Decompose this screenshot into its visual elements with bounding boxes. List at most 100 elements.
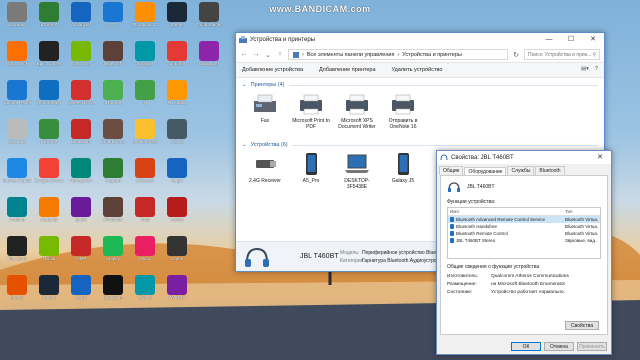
properties-button[interactable]: Свойства	[565, 321, 599, 330]
shortcut-icon	[167, 236, 187, 256]
ok-button[interactable]: ОК	[511, 342, 541, 351]
device-item[interactable]: A5_Pro	[290, 152, 332, 198]
desktop-shortcut[interactable]: Control Panel	[2, 80, 32, 112]
desktop-shortcut[interactable]: Adobe	[162, 197, 192, 229]
device-item[interactable]: DESKTOP-3F5438E	[336, 152, 378, 198]
help-icon[interactable]: ?	[595, 66, 598, 72]
function-row[interactable]: Bluetooth Handsfree Bluetooth Virtua...	[448, 223, 600, 230]
desktop-shortcut[interactable]: Steam	[34, 275, 64, 307]
add-printer-button[interactable]: Добавление принтера	[319, 67, 375, 73]
desktop-shortcut[interactable]: Epic Games	[34, 41, 64, 73]
recent-chevron-icon[interactable]: ⌄	[264, 51, 272, 59]
desktop-shortcut[interactable]: Total	[130, 197, 160, 229]
breadcrumb-all-items[interactable]: Все элементы панели управления	[307, 52, 395, 58]
desktop-shortcut[interactable]: Tomb Raider	[194, 2, 224, 34]
devices-section-header[interactable]: ⌄ Устройства (6)	[242, 142, 598, 148]
cancel-button[interactable]: Отмена	[544, 342, 574, 351]
desktop-shortcut[interactable]: Internet Explorer	[2, 158, 32, 190]
desktop-shortcut[interactable]: Настройки	[66, 158, 96, 190]
function-row[interactable]: Bluetooth Remote Control Bluetooth Virtua…	[448, 230, 600, 237]
desktop-shortcut[interactable]: GeForce	[66, 41, 96, 73]
refresh-icon[interactable]: ↻	[512, 51, 520, 59]
remove-device-button[interactable]: Удалить устройство	[392, 67, 443, 73]
desktop-shortcut[interactable]: Word	[66, 275, 96, 307]
apply-button[interactable]: Применить	[577, 342, 607, 351]
desktop-shortcut[interactable]: Audacity	[34, 197, 64, 229]
col-name-header[interactable]: Имя	[450, 209, 565, 214]
desktop-shortcut[interactable]: Switch	[130, 275, 160, 307]
desktop-shortcut[interactable]: Simulator	[98, 197, 128, 229]
desktop-shortcut[interactable]: The Sims	[2, 236, 32, 268]
explorer-titlebar[interactable]: Устройства и принтеры — ☐ ✕	[236, 33, 604, 47]
up-arrow-icon[interactable]: ↑	[276, 51, 284, 58]
function-row[interactable]: Bluetooth Advanced Remote Control Servic…	[448, 216, 600, 223]
dialog-titlebar[interactable]: Свойства: JBL T460BT ✕	[437, 151, 611, 164]
breadcrumb-devices[interactable]: Устройства и принтеры	[402, 52, 462, 58]
desktop-shortcut[interactable]: Game	[162, 236, 192, 268]
desktop-shortcut[interactable]: µTorrent	[34, 2, 64, 34]
shortcut-icon	[135, 236, 155, 256]
desktop-shortcut[interactable]: Firefox	[2, 275, 32, 307]
desktop-shortcut[interactable]: Корзина	[2, 119, 32, 151]
shortcut-icon	[103, 236, 123, 256]
printer-item[interactable]: Fax	[244, 92, 286, 138]
functions-table-header: Имя Тип	[448, 208, 600, 216]
desktop-shortcut[interactable]: Wallpaper	[194, 41, 224, 73]
desktop-shortcut[interactable]: Nvidia	[34, 236, 64, 268]
printer-item[interactable]: Microsoft Print to PDF	[290, 92, 332, 138]
desktop-shortcut[interactable]: Magic	[162, 158, 192, 190]
desktop-shortcut[interactable]: Торрент	[98, 158, 128, 190]
desktop-shortcut[interactable]: Arduino	[2, 197, 32, 229]
printer-item[interactable]: Microsoft XPS Document Writer	[336, 92, 378, 138]
desktop-shortcut[interactable]: Steam	[162, 2, 192, 34]
desktop-shortcut[interactable]: µTorrent	[34, 119, 64, 151]
col-type-header[interactable]: Тип	[565, 209, 573, 214]
printers-section-header[interactable]: ⌄ Принтеры (4)	[242, 82, 598, 88]
desktop-shortcut[interactable]: Tunngle	[130, 41, 160, 73]
forward-arrow-icon[interactable]: →	[252, 51, 260, 58]
shortcut-icon	[7, 80, 27, 100]
desktop-shortcut[interactable]: Google Chrome	[34, 158, 64, 190]
dialog-tab[interactable]: Общие	[439, 166, 464, 175]
desktop-shortcut[interactable]: Music	[130, 236, 160, 268]
shortcut-icon	[7, 236, 27, 256]
desktop-shortcut[interactable]: TeamViewer	[34, 80, 64, 112]
desktop-shortcut[interactable]: PC	[98, 2, 128, 34]
desktop-shortcut[interactable]: Корзина	[2, 2, 32, 34]
desktop-shortcut[interactable]: WinRAR	[162, 275, 192, 307]
desktop-shortcut[interactable]: Ccleaner	[130, 158, 160, 190]
desktop-shortcut[interactable]: Sweet Home	[66, 80, 96, 112]
desktop-shortcut[interactable]: AIMP	[66, 236, 96, 268]
desktop-shortcut[interactable]: Bandicam	[98, 275, 128, 307]
desktop-shortcut[interactable]: TI	[130, 80, 160, 112]
desktop-shortcut[interactable]: FL Studio	[162, 80, 192, 112]
desktop-shortcut[interactable]: ASUS	[162, 119, 192, 151]
back-arrow-icon[interactable]: ←	[240, 51, 248, 58]
desktop-shortcut[interactable]: uTorrent	[98, 80, 128, 112]
desktop-shortcut[interactable]: SmartShare	[98, 119, 128, 151]
desktop-shortcut[interactable]: FL Studio 20	[130, 2, 160, 34]
maximize-button[interactable]: ☐	[560, 33, 582, 47]
dialog-tab[interactable]: Bluetooth	[535, 166, 565, 175]
close-button[interactable]: ✕	[582, 33, 604, 47]
desktop-shortcut[interactable]: Chrome	[162, 41, 192, 73]
location-value: на Microsoft Bluetooth Enumerator	[491, 282, 566, 287]
view-options-icon[interactable]: ▤▾	[581, 66, 589, 72]
desktop-shortcut[interactable]: Bandicam	[66, 119, 96, 151]
desktop-shortcut[interactable]: Euro Truck	[2, 41, 32, 73]
minimize-button[interactable]: —	[538, 33, 560, 47]
dialog-close-button[interactable]: ✕	[589, 151, 611, 165]
desktop-shortcut[interactable]: My Bittorrent	[130, 119, 160, 151]
function-row[interactable]: JBL T460BT Stereo Звуковые, вид...	[448, 237, 600, 244]
desktop-shortcut[interactable]: Advanced	[66, 2, 96, 34]
desktop-shortcut[interactable]: Quick	[66, 197, 96, 229]
device-item[interactable]: 2.4G Receiver	[244, 152, 286, 198]
add-device-button[interactable]: Добавление устройства	[242, 67, 303, 73]
dialog-tab[interactable]: Службы	[507, 166, 535, 175]
printer-item[interactable]: Отправить в OneNote 16	[382, 92, 424, 138]
address-box[interactable]: › Все элементы панели управления › Устро…	[288, 49, 508, 60]
search-input[interactable]: Поиск: Устройства и прин... ⚲	[524, 49, 600, 60]
desktop-shortcut[interactable]: Spotify	[98, 236, 128, 268]
device-item[interactable]: Galaxy J5	[382, 152, 424, 198]
desktop-shortcut[interactable]: Minecraft	[98, 41, 128, 73]
